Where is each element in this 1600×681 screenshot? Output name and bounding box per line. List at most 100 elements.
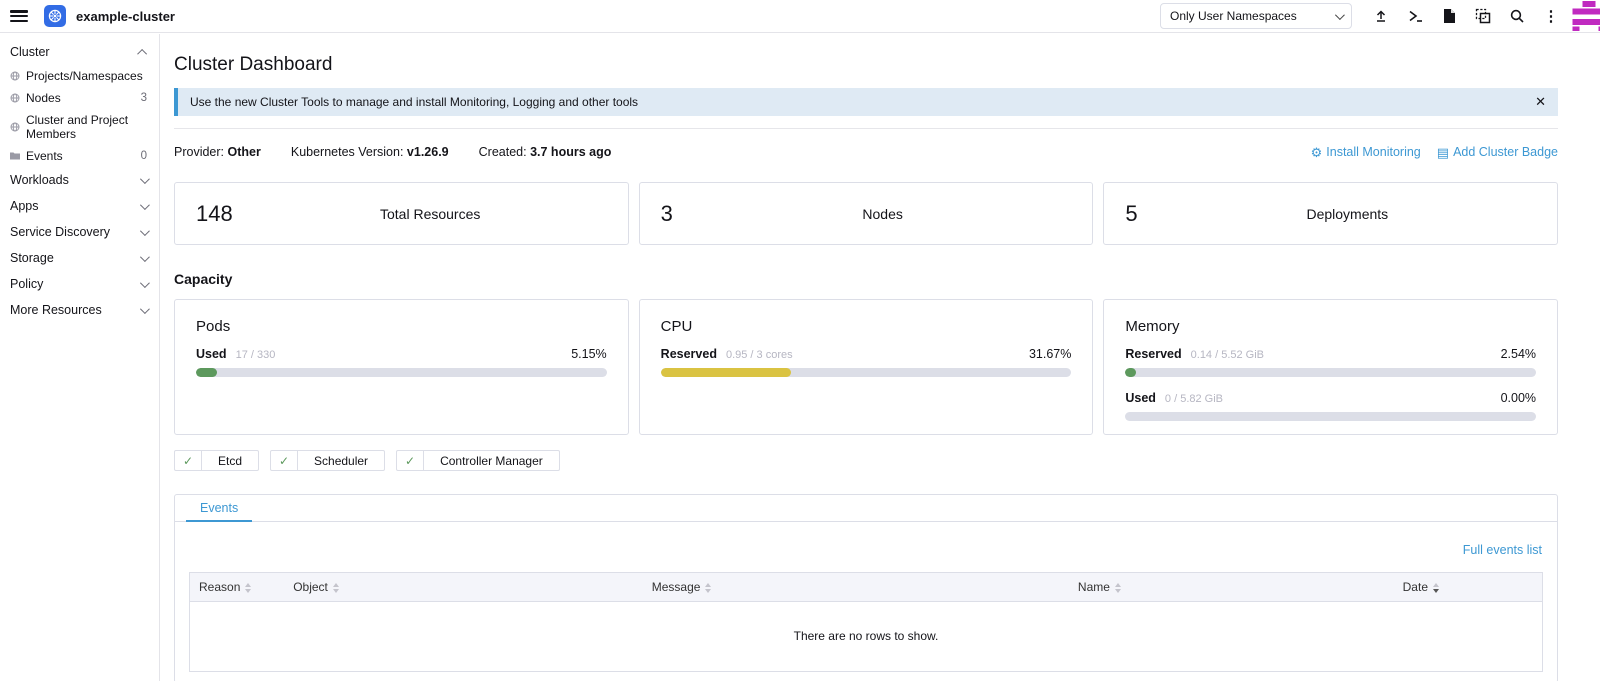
- memory-used-bar: [1125, 412, 1536, 421]
- events-tab-row: Events: [175, 495, 1557, 522]
- user-avatar[interactable]: [1572, 1, 1600, 31]
- events-panel: Events Full events list Reason Object Me…: [174, 494, 1558, 681]
- gauge-label: Used: [1125, 391, 1156, 405]
- sidebar-group-label: Apps: [10, 199, 39, 213]
- chevron-down-icon: [140, 252, 150, 262]
- check-icon: ✓: [397, 451, 424, 470]
- gauge-detail: 17 / 330: [236, 349, 276, 361]
- sidebar-group-apps[interactable]: Apps: [0, 193, 159, 219]
- chevron-down-icon: [140, 174, 150, 184]
- download-kubeconfig-icon[interactable]: [1432, 3, 1466, 29]
- cluster-tools-banner: Use the new Cluster Tools to manage and …: [174, 88, 1558, 116]
- gauge-detail: 0.95 / 3 cores: [726, 349, 793, 361]
- empty-state-row: There are no rows to show.: [190, 602, 1543, 672]
- status-pill-controller-manager: ✓ Controller Manager: [396, 450, 560, 471]
- namespace-filter-value: Only User Namespaces: [1170, 9, 1297, 23]
- sidebar-item-label: Cluster and Project Members: [26, 113, 147, 141]
- capacity-card-pods: Pods Used 17 / 330 5.15%: [174, 299, 629, 435]
- stat-label: Deployments: [1138, 206, 1557, 222]
- stat-card-total-resources: 148 Total Resources: [174, 182, 629, 245]
- status-pill-scheduler: ✓ Scheduler: [270, 450, 385, 471]
- sidebar-item-label: Events: [26, 149, 63, 163]
- stat-label: Total Resources: [233, 206, 628, 222]
- sidebar-item-count: 3: [141, 92, 147, 104]
- cluster-name: example-cluster: [76, 9, 175, 24]
- sidebar-group-workloads[interactable]: Workloads: [0, 167, 159, 193]
- empty-state-message: There are no rows to show.: [190, 602, 1543, 672]
- status-pill-etcd: ✓ Etcd: [174, 450, 259, 471]
- cpu-reserved-bar: [661, 368, 1072, 377]
- sidebar-group-storage[interactable]: Storage: [0, 245, 159, 271]
- sort-icon-active: [1433, 583, 1439, 593]
- tab-events[interactable]: Events: [186, 495, 252, 522]
- sidebar-nav: Cluster Projects/Namespaces Nodes 3 Clus…: [0, 34, 160, 681]
- sidebar-item-projects-namespaces[interactable]: Projects/Namespaces: [0, 65, 159, 87]
- capacity-card-cpu: CPU Reserved 0.95 / 3 cores 31.67%: [639, 299, 1094, 435]
- cluster-meta-row: Provider: Other Kubernetes Version: v1.2…: [174, 145, 1558, 159]
- capacity-heading: Capacity: [174, 271, 1558, 287]
- node-icon: [10, 93, 20, 103]
- app-window: example-cluster Only User Namespaces ⋮: [0, 0, 1600, 681]
- badge-icon: ▤: [1437, 146, 1449, 159]
- kubernetes-logo-icon: [44, 5, 66, 27]
- provider-meta: Provider: Other: [174, 145, 261, 159]
- column-header-date[interactable]: Date: [1394, 573, 1543, 602]
- gauge-percent: 31.67%: [1029, 347, 1071, 361]
- stat-value: 5: [1125, 201, 1137, 227]
- memory-reserved-bar: [1125, 368, 1536, 377]
- sidebar-item-events[interactable]: Events 0: [0, 145, 159, 167]
- kubectl-shell-icon[interactable]: [1398, 3, 1432, 29]
- chevron-up-icon: [137, 48, 147, 58]
- component-status-row: ✓ Etcd ✓ Scheduler ✓ Controller Manager: [174, 450, 1558, 471]
- import-yaml-icon[interactable]: [1364, 3, 1398, 29]
- gauge-label: Reserved: [1125, 347, 1181, 361]
- sidebar-item-count: 0: [141, 150, 147, 162]
- sidebar-group-label: Cluster: [10, 45, 50, 59]
- column-header-reason[interactable]: Reason: [190, 573, 285, 602]
- sidebar-group-policy[interactable]: Policy: [0, 271, 159, 297]
- gauge-label: Reserved: [661, 347, 717, 361]
- sort-icon: [1115, 583, 1121, 593]
- capacity-card-title: Pods: [196, 318, 607, 335]
- column-header-object[interactable]: Object: [284, 573, 643, 602]
- sidebar-group-more-resources[interactable]: More Resources: [0, 297, 159, 323]
- table-header-row: Reason Object Message Name Date: [190, 573, 1543, 602]
- main-content: Cluster Dashboard Use the new Cluster To…: [160, 34, 1600, 681]
- full-events-list-link[interactable]: Full events list: [1463, 543, 1542, 557]
- check-icon: ✓: [271, 451, 298, 470]
- column-header-message[interactable]: Message: [643, 573, 1069, 602]
- sidebar-group-label: Service Discovery: [10, 225, 110, 239]
- hamburger-menu-icon[interactable]: [10, 10, 28, 22]
- sidebar-item-nodes[interactable]: Nodes 3: [0, 87, 159, 109]
- banner-text: Use the new Cluster Tools to manage and …: [190, 95, 638, 109]
- check-icon: ✓: [175, 451, 202, 470]
- kebab-menu-icon[interactable]: ⋮: [1534, 3, 1568, 29]
- close-icon[interactable]: ✕: [1535, 94, 1546, 110]
- namespace-filter-dropdown[interactable]: Only User Namespaces: [1160, 3, 1352, 29]
- stat-value: 3: [661, 201, 673, 227]
- copy-kubeconfig-icon[interactable]: [1466, 3, 1500, 29]
- stats-row: 148 Total Resources 3 Nodes 5 Deployment…: [174, 182, 1558, 245]
- install-monitoring-link[interactable]: ⚙ Install Monitoring: [1311, 145, 1421, 159]
- events-table: Reason Object Message Name Date There ar…: [189, 572, 1543, 672]
- sidebar-group-cluster[interactable]: Cluster: [0, 39, 159, 65]
- header-divider: [174, 128, 1558, 129]
- capacity-card-title: CPU: [661, 318, 1072, 335]
- column-header-name[interactable]: Name: [1069, 573, 1394, 602]
- sidebar-item-cluster-project-members[interactable]: Cluster and Project Members: [0, 109, 159, 145]
- sidebar-group-service-discovery[interactable]: Service Discovery: [0, 219, 159, 245]
- gauge-percent: 2.54%: [1501, 347, 1536, 361]
- created-meta: Created: 3.7 hours ago: [479, 145, 612, 159]
- chevron-down-icon: [1335, 10, 1345, 20]
- sort-icon: [333, 583, 339, 593]
- search-icon[interactable]: [1500, 3, 1534, 29]
- folder-icon: [10, 151, 20, 161]
- namespace-icon: [10, 71, 20, 81]
- chevron-down-icon: [140, 278, 150, 288]
- sidebar-group-label: Storage: [10, 251, 54, 265]
- capacity-card-title: Memory: [1125, 318, 1536, 335]
- chevron-down-icon: [140, 304, 150, 314]
- chevron-down-icon: [140, 226, 150, 236]
- members-icon: [10, 122, 20, 132]
- add-cluster-badge-link[interactable]: ▤ Add Cluster Badge: [1437, 145, 1558, 159]
